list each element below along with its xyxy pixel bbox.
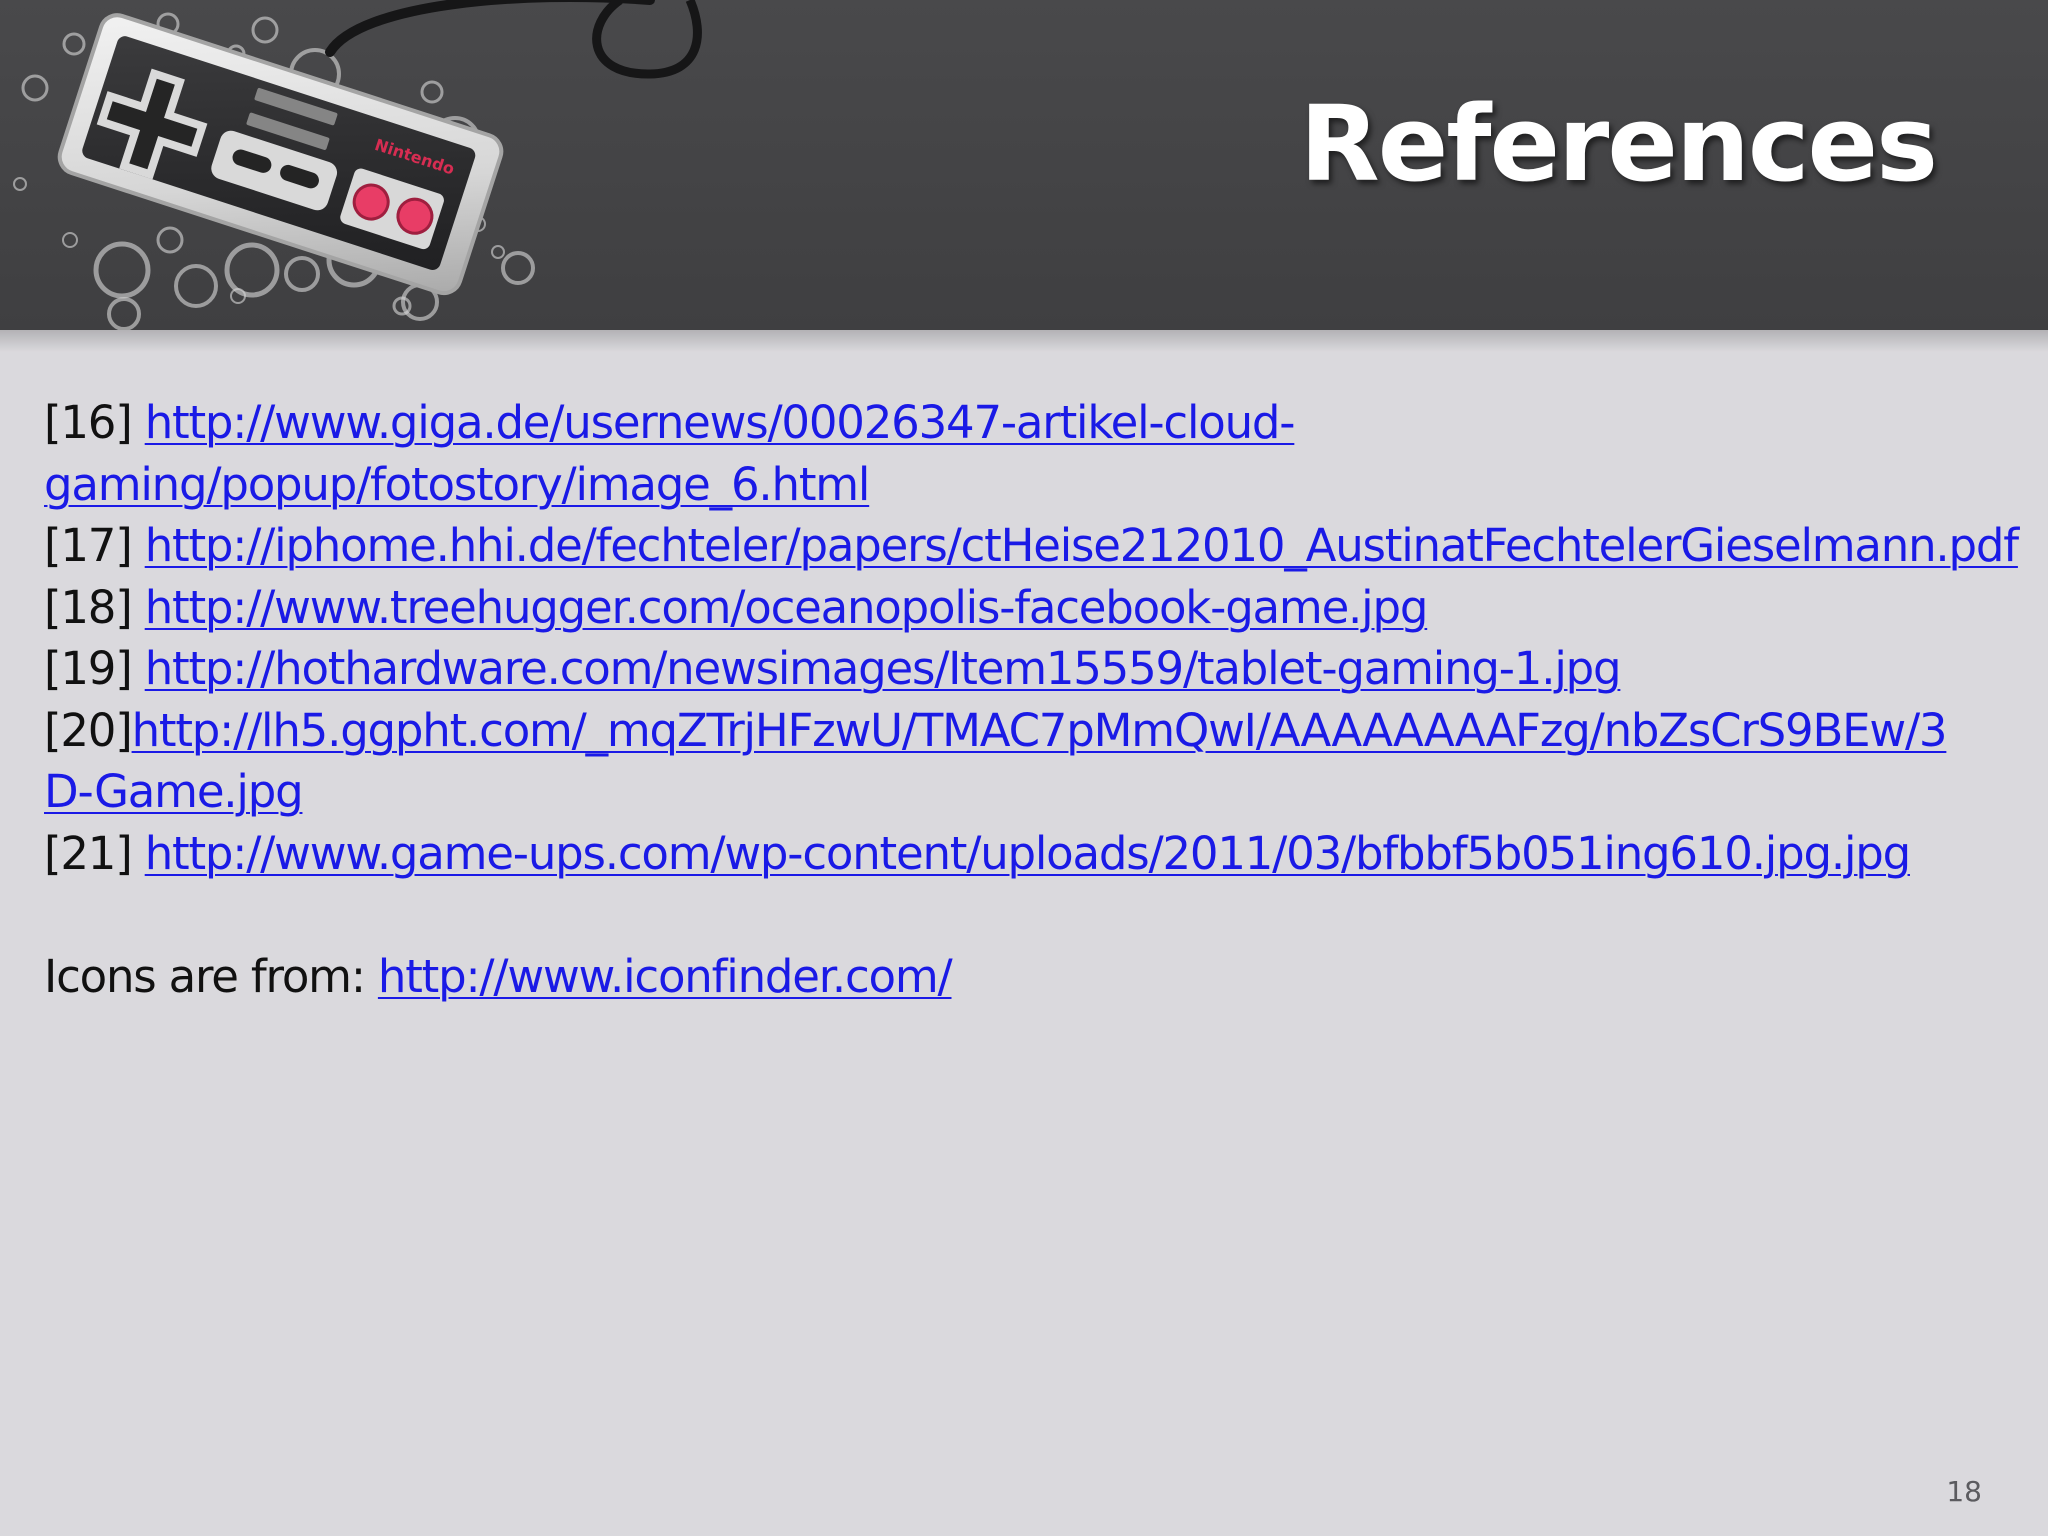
reference-number: [17] bbox=[44, 519, 145, 572]
reference-link-17[interactable]: http://iphome.hhi.de/fechteler/papers/ct… bbox=[145, 519, 2019, 572]
reference-item-18: [18] http://www.treehugger.com/oceanopol… bbox=[44, 577, 2004, 639]
icons-credit-label: Icons are from: bbox=[44, 949, 378, 1003]
slide: Nintendo References [16] http://www.giga… bbox=[0, 0, 2048, 1536]
reference-item-20: [20]http://lh5.ggpht.com/_mqZTrjHFzwU/TM… bbox=[44, 700, 2004, 762]
reference-link-19[interactable]: http://hothardware.com/newsimages/Item15… bbox=[145, 642, 1622, 695]
reference-number: [20] bbox=[44, 703, 133, 757]
header-shadow bbox=[0, 330, 2048, 352]
reference-number: [19] bbox=[44, 642, 145, 695]
icons-credit-link[interactable]: http://www.iconfinder.com/ bbox=[378, 950, 953, 1003]
reference-item-16-continuation: gaming/popup/fotostory/image_6.html bbox=[44, 454, 2004, 516]
reference-link-21[interactable]: http://www.game-ups.com/wp-content/uploa… bbox=[145, 827, 1911, 880]
game-controller-icon: Nintendo bbox=[13, 0, 702, 330]
reference-link-18[interactable]: http://www.treehugger.com/oceanopolis-fa… bbox=[145, 581, 1429, 634]
reference-link-16[interactable]: http://www.giga.de/usernews/00026347-art… bbox=[145, 396, 1296, 449]
reference-item-19: [19] http://hothardware.com/newsimages/I… bbox=[44, 638, 2004, 700]
reference-link-20-continuation[interactable]: D-Game.jpg bbox=[44, 765, 304, 818]
slide-header: Nintendo References bbox=[0, 0, 2048, 330]
reference-link-16-continuation[interactable]: gaming/popup/fotostory/image_6.html bbox=[44, 458, 870, 511]
reference-item-21: [21] http://www.game-ups.com/wp-content/… bbox=[44, 823, 2004, 885]
reference-item-17: [17] http://iphome.hhi.de/fechteler/pape… bbox=[44, 515, 2019, 577]
reference-item-20-continuation: D-Game.jpg bbox=[44, 761, 2004, 823]
references-list: [16] http://www.giga.de/usernews/0002634… bbox=[44, 392, 2019, 1008]
reference-number: [21] bbox=[44, 826, 145, 880]
page-title: References bbox=[1299, 83, 1938, 205]
reference-item-16: [16] http://www.giga.de/usernews/0002634… bbox=[44, 392, 2004, 454]
icons-credit: Icons are from: http://www.iconfinder.co… bbox=[44, 946, 2004, 1008]
page-number: 18 bbox=[1946, 1475, 1982, 1508]
reference-link-20[interactable]: http://lh5.ggpht.com/_mqZTrjHFzwU/TMAC7p… bbox=[132, 704, 1948, 757]
reference-number: [18] bbox=[44, 580, 145, 634]
reference-number: [16] bbox=[44, 396, 145, 449]
